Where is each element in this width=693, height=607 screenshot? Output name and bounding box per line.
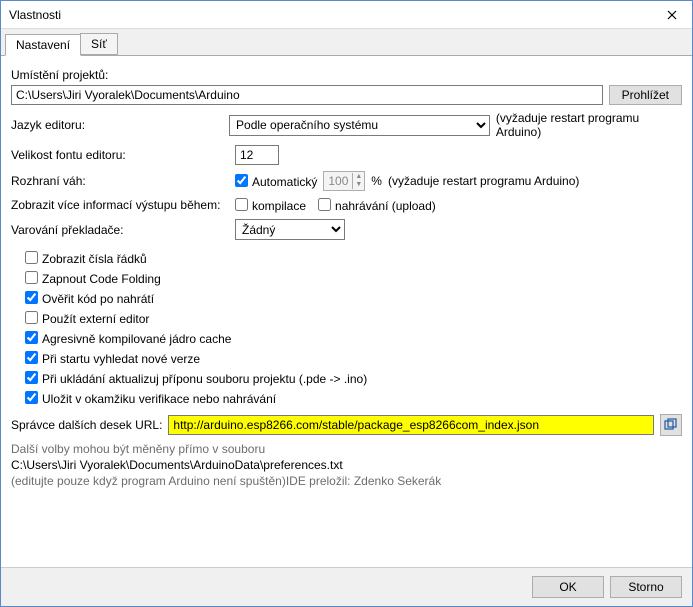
warnings-label: Varování překladače: [11,223,229,237]
tab-strip: Nastavení Síť [1,29,692,56]
language-note: (vyžaduje restart programu Arduino) [496,111,682,139]
check-updates-checkbox[interactable] [25,351,38,364]
aggressive-cache-checkbox[interactable] [25,331,38,344]
external-editor-checkbox[interactable] [25,311,38,324]
dialog-footer: OK Storno [1,567,692,606]
scale-label: Rozhraní váh: [11,174,229,188]
external-editor-label[interactable]: Použít externí editor [25,310,149,326]
verify-label[interactable]: Ověřit kód po nahrátí [25,290,154,306]
warnings-select[interactable]: Žádný [235,219,345,240]
sketchbook-path-input[interactable] [11,85,603,105]
more-line3: (editujte pouze když program Arduino nen… [11,474,441,488]
save-on-verify-checkbox[interactable] [25,391,38,404]
aggressive-cache-label[interactable]: Agresivně kompilované jádro cache [25,330,231,346]
more-line2: C:\Users\Jiri Vyoralek\Documents\Arduino… [11,458,343,472]
codefolding-checkbox[interactable] [25,271,38,284]
update-ext-checkbox[interactable] [25,371,38,384]
verbose-compile-checkbox[interactable] [235,198,248,211]
boards-url-label: Správce dalších desek URL: [11,418,162,432]
chevron-down-icon: ▼ [353,181,364,189]
linenumbers-label[interactable]: Zobrazit čísla řádků [25,250,147,266]
save-on-verify-label[interactable]: Uložit v okamžiku verifikace nebo nahráv… [25,390,276,406]
browse-button[interactable]: Prohlížet [609,85,682,105]
language-label: Jazyk editoru: [11,118,223,132]
scale-pct: % [371,174,382,188]
titlebar: Vlastnosti [1,1,692,29]
verbose-upload-label[interactable]: nahrávání (upload) [318,197,436,213]
window-title: Vlastnosti [9,8,652,22]
verbose-upload-checkbox[interactable] [318,198,331,211]
scale-auto-checkbox-label[interactable]: Automatický [235,173,317,189]
sketchbook-label: Umístění projektů: [11,68,108,82]
update-ext-label[interactable]: Při ukládání aktualizuj příponu souboru … [25,370,367,386]
check-updates-label[interactable]: Při startu vyhledat nové verze [25,350,200,366]
codefolding-label[interactable]: Zapnout Code Folding [25,270,161,286]
preferences-window: Vlastnosti Nastavení Síť Umístění projek… [0,0,693,607]
ok-button[interactable]: OK [532,576,604,598]
boards-url-expand-button[interactable] [660,414,682,436]
tab-network[interactable]: Síť [80,33,118,55]
close-button[interactable] [652,1,692,29]
window-icon [664,418,678,432]
linenumbers-checkbox[interactable] [25,251,38,264]
scale-spinner: 100 ▲▼ [323,171,365,191]
boards-url-input[interactable] [168,415,654,435]
cancel-button[interactable]: Storno [610,576,682,598]
language-select[interactable]: Podle operačního systému [229,115,490,136]
fontsize-label: Velikost fontu editoru: [11,148,229,162]
verbose-label: Zobrazit více informací výstupu během: [11,198,229,212]
chevron-up-icon: ▲ [353,173,364,181]
close-icon [667,10,677,20]
more-line1: Další volby mohou být měněny přímo v sou… [11,442,265,456]
tab-settings[interactable]: Nastavení [5,34,81,56]
verbose-compile-label[interactable]: kompilace [235,197,306,213]
fontsize-input[interactable] [235,145,279,165]
verify-checkbox[interactable] [25,291,38,304]
scale-auto-checkbox[interactable] [235,174,248,187]
scale-note: (vyžaduje restart programu Arduino) [388,174,579,188]
settings-panel: Umístění projektů: Prohlížet Jazyk edito… [1,56,692,567]
